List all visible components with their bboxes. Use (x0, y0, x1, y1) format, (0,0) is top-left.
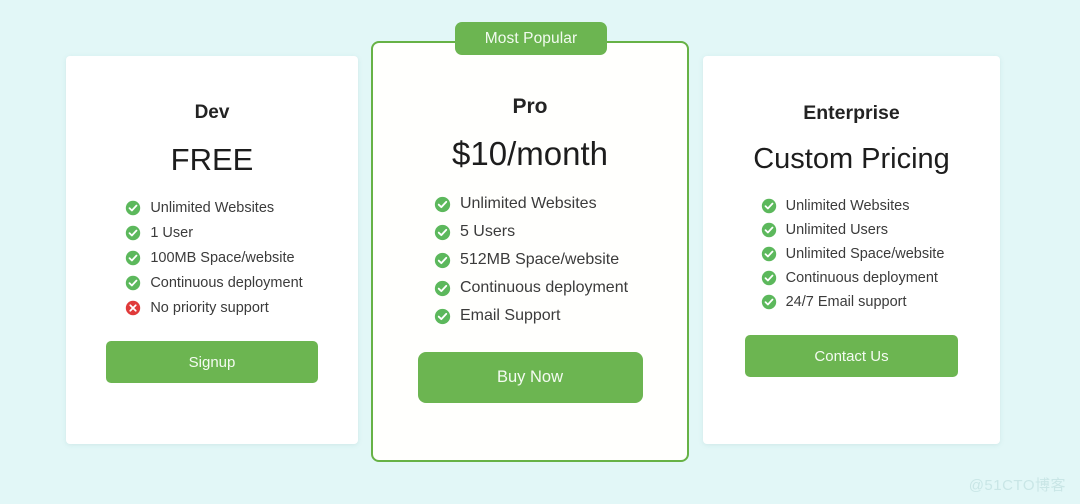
list-item: Continuous deployment (434, 279, 628, 297)
plan-price-pro: $10/month (452, 135, 608, 172)
feature-label: 5 Users (459, 223, 516, 240)
feature-label: Unlimited Users (785, 222, 888, 238)
feature-label: Continuous deployment (150, 275, 303, 291)
most-popular-badge: Most Popular (455, 22, 607, 55)
feature-label: Continuous deployment (785, 270, 938, 286)
feature-label: No priority support (150, 300, 269, 316)
list-item: 24/7 Email support (761, 294, 945, 310)
pricing-card-enterprise: Enterprise Custom Pricing Unlimited Webs… (703, 56, 1000, 444)
plan-name-dev: Dev (194, 102, 230, 123)
feature-label: 24/7 Email support (785, 294, 907, 310)
list-item: No priority support (125, 300, 302, 316)
check-circle-icon (761, 222, 777, 238)
check-circle-icon (434, 224, 451, 241)
feature-label: Unlimited Websites (459, 195, 597, 212)
check-circle-icon (125, 275, 141, 291)
feature-list-dev: Unlimited Websites 1 User 100MB Space/we… (125, 200, 303, 316)
feature-label: Unlimited Websites (150, 200, 275, 216)
list-item: 5 Users (434, 223, 628, 241)
cross-circle-icon (125, 300, 141, 316)
feature-label: Email Support (459, 307, 561, 324)
plan-price-enterprise: Custom Pricing (753, 143, 950, 175)
signup-button[interactable]: Signup (106, 341, 318, 383)
feature-list-pro: Unlimited Websites 5 Users 512MB Space/w… (434, 195, 628, 325)
feature-label: Continuous deployment (459, 279, 629, 296)
list-item: 100MB Space/website (125, 250, 302, 266)
list-item: Unlimited Users (761, 222, 945, 238)
feature-label: Unlimited Space/website (785, 246, 945, 262)
buy-now-button[interactable]: Buy Now (417, 352, 643, 403)
pricing-card-pro: Pro $10/month Unlimited Websites 5 Users… (371, 41, 689, 462)
list-item: Unlimited Websites (434, 195, 628, 213)
check-circle-icon (125, 225, 141, 241)
plan-name-pro: Pro (512, 95, 548, 118)
plan-price-dev: FREE (170, 142, 254, 177)
check-circle-icon (434, 252, 451, 269)
feature-label: 512MB Space/website (459, 251, 620, 268)
check-circle-icon (125, 250, 141, 266)
list-item: Continuous deployment (125, 275, 303, 291)
check-circle-icon (761, 270, 777, 286)
feature-list-enterprise: Unlimited Websites Unlimited Users Unlim… (761, 198, 945, 310)
watermark: @51CTO博客 (968, 477, 1066, 494)
check-circle-icon (761, 198, 777, 214)
list-item: Unlimited Websites (125, 200, 302, 216)
check-circle-icon (434, 280, 451, 297)
contact-us-button[interactable]: Contact Us (745, 335, 958, 377)
list-item: 1 User (125, 225, 302, 241)
list-item: Unlimited Websites (761, 198, 945, 214)
list-item: 512MB Space/website (434, 251, 628, 269)
check-circle-icon (434, 196, 451, 213)
pricing-card-dev: Dev FREE Unlimited Websites 1 User 100MB… (66, 56, 358, 444)
check-circle-icon (125, 200, 141, 216)
list-item: Unlimited Space/website (761, 246, 945, 262)
check-circle-icon (761, 294, 777, 310)
feature-label: 100MB Space/website (150, 250, 295, 266)
list-item: Continuous deployment (761, 270, 945, 286)
check-circle-icon (761, 246, 777, 262)
feature-label: Unlimited Websites (785, 198, 910, 214)
pricing-table: Dev FREE Unlimited Websites 1 User 100MB… (0, 0, 1080, 504)
list-item: Email Support (434, 307, 628, 325)
plan-name-enterprise: Enterprise (803, 102, 900, 124)
feature-label: 1 User (150, 225, 194, 241)
check-circle-icon (434, 308, 451, 325)
